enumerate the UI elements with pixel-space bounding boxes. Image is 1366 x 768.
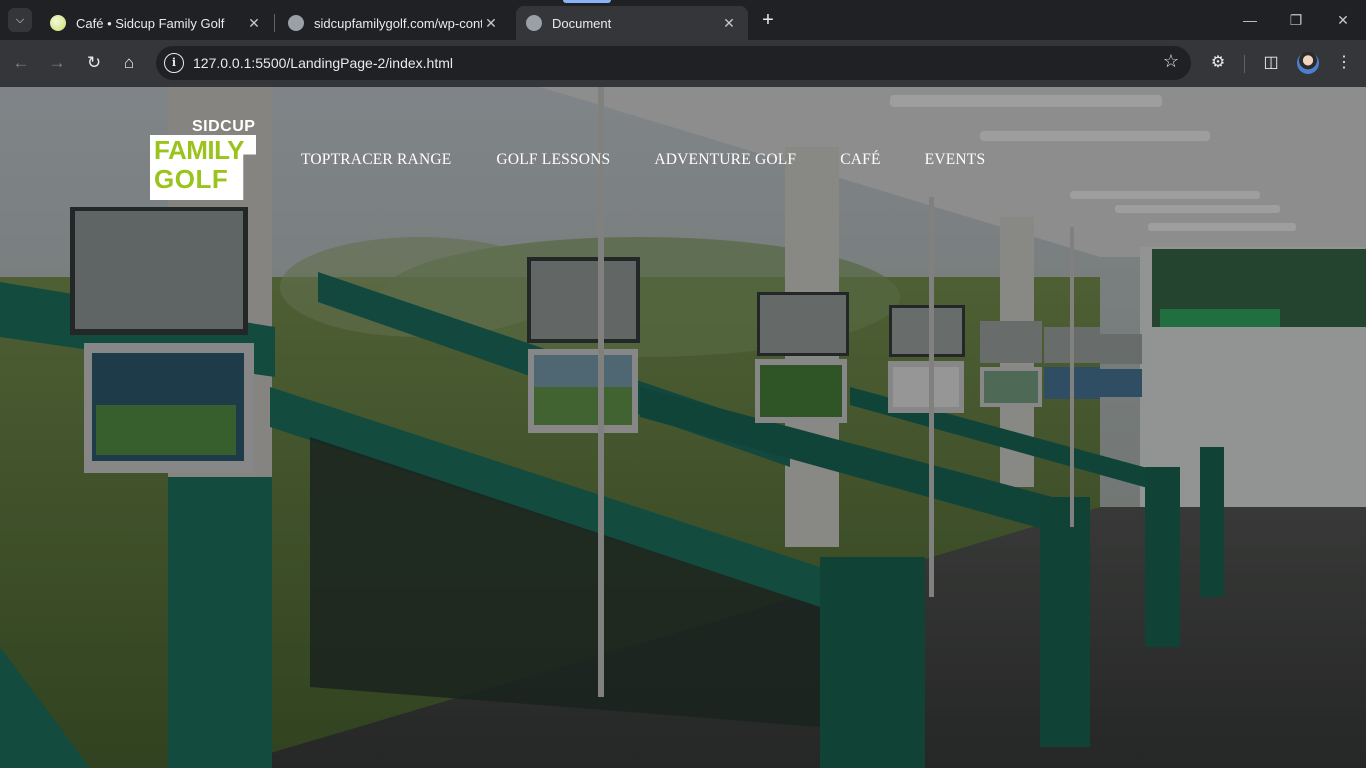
nav-link-cafe[interactable]: CAFÉ <box>840 151 880 169</box>
tab-title: sidcupfamilygolf.com/wp-conte <box>314 15 482 31</box>
tab-bar: ⌵ Café • Sidcup Family Golf ✕ sidcupfami… <box>0 0 1366 40</box>
globe-icon <box>288 15 304 31</box>
browser-toolbar: ← → ↻ ⌂ i 127.0.0.1:5500/LandingPage-2/i… <box>0 40 1366 87</box>
nav-link-toptracer-range[interactable]: TOPTRACER RANGE <box>301 151 451 169</box>
nav-link-events[interactable]: EVENTS <box>925 151 986 169</box>
side-panel-icon[interactable]: ◫ <box>1258 50 1284 76</box>
tab-accent <box>563 0 611 3</box>
chevron-down-icon: ⌵ <box>15 13 25 26</box>
tab-title: Document <box>552 15 612 31</box>
close-icon[interactable]: ✕ <box>245 15 263 32</box>
logo-family-text: FAMILY <box>154 135 244 165</box>
tab-divider <box>274 14 275 32</box>
reload-icon[interactable]: ↻ <box>81 50 107 76</box>
plus-icon[interactable]: + <box>758 10 778 30</box>
avatar[interactable] <box>1297 52 1319 74</box>
site-logo[interactable]: SIDCUP FAMILY GOLF <box>150 118 260 200</box>
tab-document[interactable]: Document ✕ <box>516 6 748 40</box>
main-nav: TOPTRACER RANGE GOLF LESSONS ADVENTURE G… <box>301 151 985 169</box>
tab-wp-content[interactable]: sidcupfamilygolf.com/wp-conte ✕ <box>278 6 510 40</box>
toolbar-divider <box>1244 55 1245 73</box>
tab-title: Café • Sidcup Family Golf <box>76 15 225 31</box>
logo-sidcup-text: SIDCUP <box>192 118 256 135</box>
restore-icon[interactable]: ❐ <box>1284 8 1308 32</box>
tab-search-button[interactable]: ⌵ <box>8 8 32 32</box>
close-icon[interactable]: ✕ <box>1331 8 1355 32</box>
nav-link-golf-lessons[interactable]: GOLF LESSONS <box>496 151 610 169</box>
arrow-left-icon[interactable]: ← <box>8 50 34 76</box>
address-bar[interactable]: i 127.0.0.1:5500/LandingPage-2/index.htm… <box>156 46 1191 80</box>
logo-golf-text: GOLF <box>154 164 229 194</box>
arrow-right-icon[interactable]: → <box>44 50 70 76</box>
minimize-icon[interactable]: — <box>1238 8 1262 32</box>
close-icon[interactable]: ✕ <box>720 15 738 32</box>
puzzle-icon[interactable]: ⚙ <box>1205 50 1231 76</box>
globe-icon <box>526 15 542 31</box>
url-text[interactable]: 127.0.0.1:5500/LandingPage-2/index.html <box>193 55 453 71</box>
star-icon[interactable]: ☆ <box>1163 51 1179 72</box>
golf-ball-favicon-icon <box>50 15 66 31</box>
info-icon[interactable]: i <box>164 53 184 73</box>
page-viewport: SIDCUP FAMILY GOLF TOPTRACER RANGE GOLF … <box>0 87 1366 768</box>
tab-cafe[interactable]: Café • Sidcup Family Golf ✕ <box>40 6 273 40</box>
home-icon[interactable]: ⌂ <box>116 50 142 76</box>
nav-link-adventure-golf[interactable]: ADVENTURE GOLF <box>654 151 796 169</box>
close-icon[interactable]: ✕ <box>482 15 500 32</box>
more-vert-icon[interactable]: ⋮ <box>1331 50 1357 76</box>
